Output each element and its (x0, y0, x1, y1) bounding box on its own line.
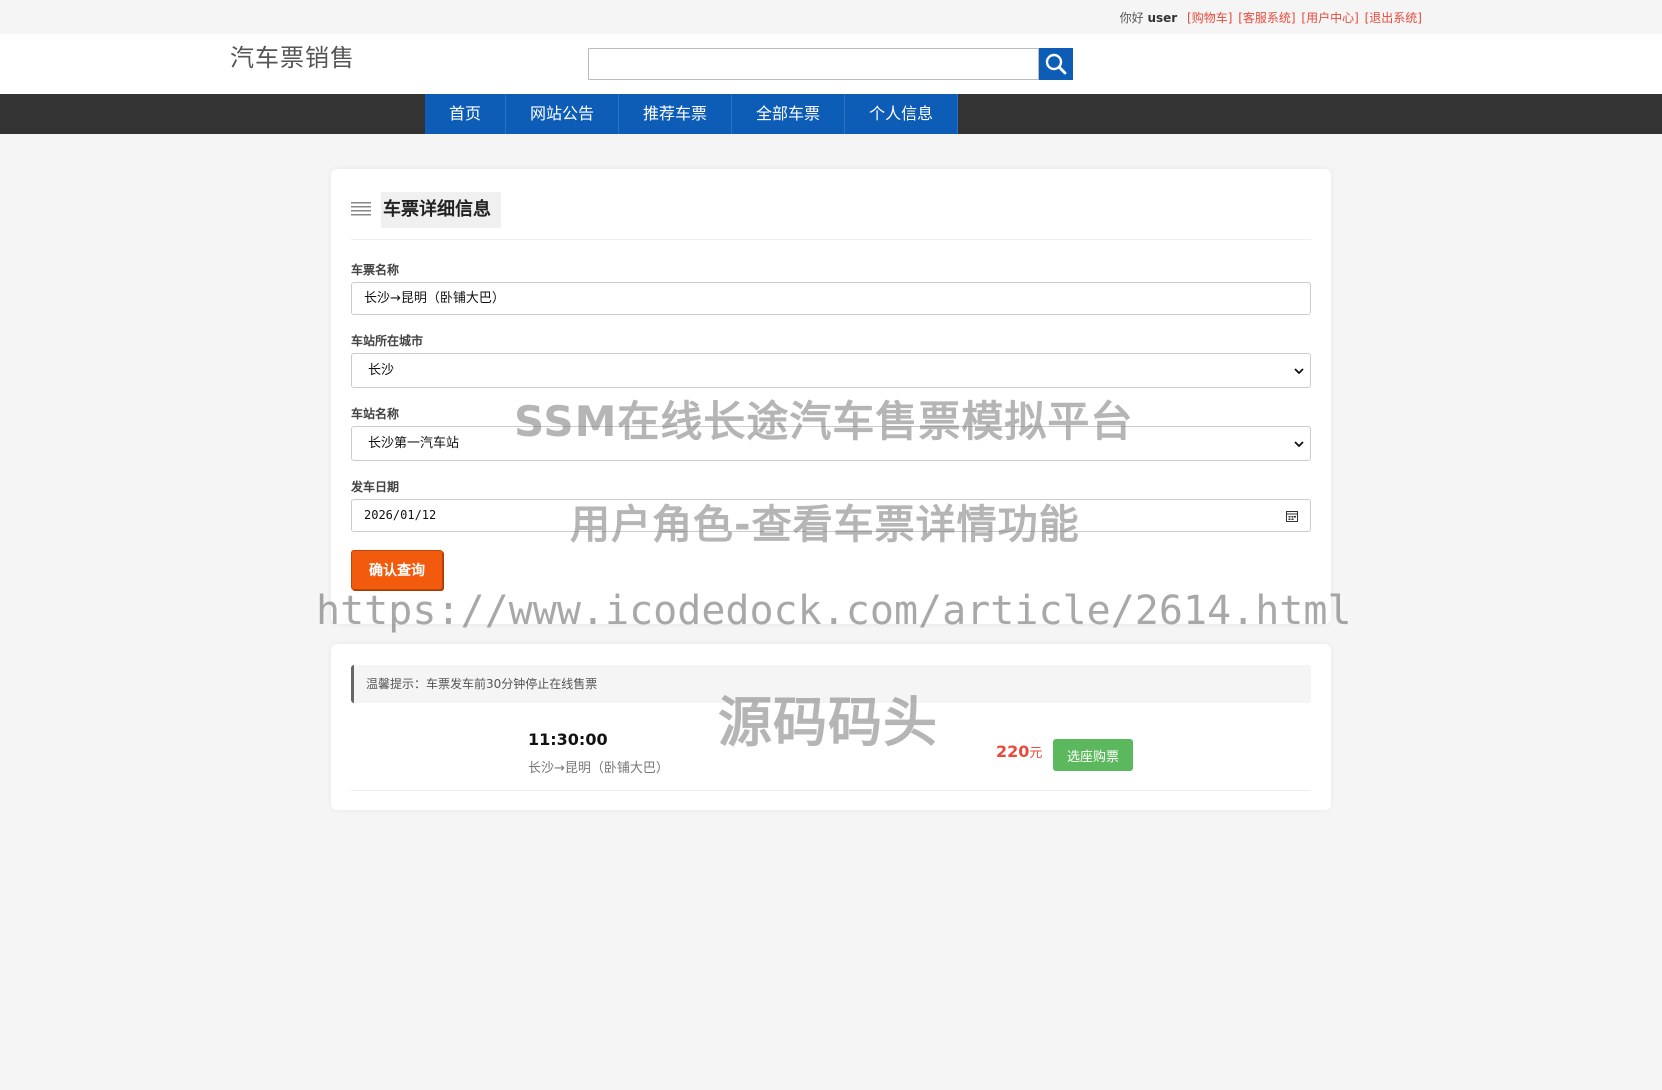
search-button[interactable] (1039, 48, 1073, 80)
search-input[interactable] (588, 48, 1039, 80)
nav-all-tickets[interactable]: 全部车票 (732, 94, 846, 134)
chevron-down-icon (1294, 441, 1304, 448)
confirm-query-button[interactable]: 确认查询 (351, 550, 443, 590)
header: 汽车票销售 (0, 34, 1662, 94)
station-select[interactable]: 长沙第一汽车站 (351, 426, 1311, 461)
notice-tip: 温馨提示：车票发车前30分钟停止在线售票 (351, 665, 1311, 703)
username: user (1147, 11, 1178, 25)
date-field[interactable]: 2026/01/12 (351, 499, 1311, 532)
ticket-name-field[interactable]: 长沙→昆明（卧铺大巴） (351, 282, 1311, 315)
ticket-row: 11:30:00 长沙→昆明（卧铺大巴） 220元 选座购票 (351, 723, 1311, 791)
card-title: 车票详细信息 (381, 192, 501, 228)
user-center-link[interactable]: [用户中心] (1301, 11, 1358, 25)
user-links: 你好 user [购物车] [客服系统] [用户中心] [退出系统] (1120, 9, 1422, 26)
greeting: 你好 (1119, 11, 1144, 25)
search-bar (588, 48, 1073, 80)
date-label: 发车日期 (351, 480, 400, 494)
customer-service-link[interactable]: [客服系统] (1238, 11, 1295, 25)
nav-personal-info[interactable]: 个人信息 (845, 94, 959, 134)
select-seat-buy-button[interactable]: 选座购票 (1053, 739, 1133, 771)
cart-link[interactable]: [购物车] (1187, 11, 1232, 25)
station-label: 车站名称 (351, 407, 400, 421)
city-select[interactable]: 长沙 (351, 353, 1311, 388)
city-label: 车站所在城市 (351, 334, 424, 348)
nav-recommended-tickets[interactable]: 推荐车票 (619, 94, 733, 134)
station-select-value: 长沙第一汽车站 (368, 436, 460, 451)
ticket-price: 220元 (996, 742, 1042, 761)
departure-time: 11:30:00 (528, 730, 608, 749)
price-unit: 元 (1029, 746, 1043, 761)
ticket-route: 长沙→昆明（卧铺大巴） (528, 761, 669, 776)
nav-home[interactable]: 首页 (425, 94, 507, 134)
site-logo[interactable]: 汽车票销售 (230, 38, 355, 73)
chevron-down-icon (1294, 368, 1304, 375)
calendar-icon[interactable] (1286, 510, 1298, 522)
city-select-value: 长沙 (368, 363, 395, 378)
logout-link[interactable]: [退出系统] (1365, 11, 1422, 25)
list-icon (351, 202, 371, 216)
ticket-list-card: 温馨提示：车票发车前30分钟停止在线售票 11:30:00 长沙→昆明（卧铺大巴… (331, 644, 1331, 810)
card-header: 车票详细信息 (351, 192, 1311, 240)
main-nav: 首页 网站公告 推荐车票 全部车票 个人信息 (0, 94, 1662, 134)
top-bar: 你好 user [购物车] [客服系统] [用户中心] [退出系统] (0, 0, 1662, 34)
ticket-name-label: 车票名称 (351, 263, 400, 277)
ticket-detail-card: 车票详细信息 车票名称 长沙→昆明（卧铺大巴） 车站所在城市 长沙 车站名称 长… (331, 169, 1331, 624)
nav-announcements[interactable]: 网站公告 (506, 94, 620, 134)
date-value: 2026/01/12 (364, 508, 437, 522)
price-value: 220 (996, 742, 1030, 761)
nav-list: 首页 网站公告 推荐车票 全部车票 个人信息 (425, 94, 959, 134)
search-icon (1045, 53, 1067, 75)
